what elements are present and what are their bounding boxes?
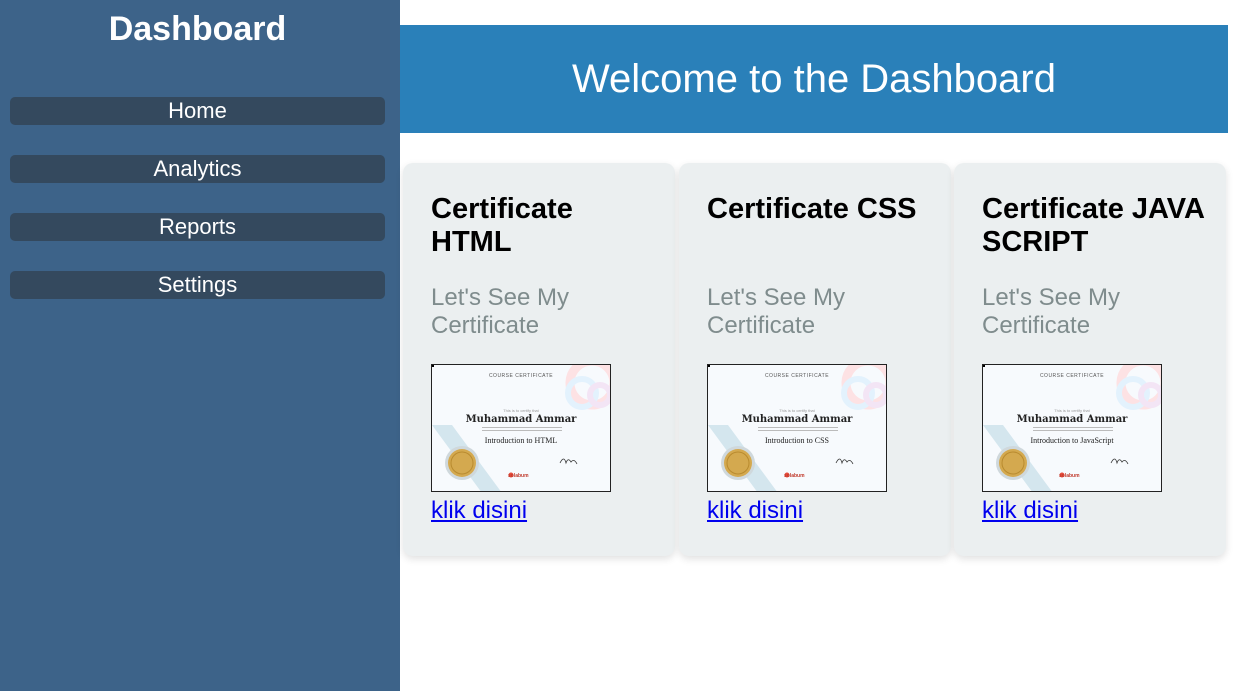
certificate-name: Muhammad Ammar — [465, 414, 577, 425]
certificate-brand: solabum — [784, 473, 805, 479]
card-subtitle: Let's See My Certificate — [982, 284, 1120, 339]
card-subtitle: Let's See My Certificate — [431, 284, 569, 339]
certificate-brand: solabum — [1059, 473, 1080, 479]
certificate-text-lines — [1033, 427, 1113, 435]
certificate-image: COURSE CERTIFICATE This is to certify th… — [431, 364, 611, 492]
certificate-brand: solabum — [508, 473, 529, 479]
card-title: Certificate HTML — [431, 193, 573, 258]
sidebar-title: Dashboard — [108, 10, 287, 48]
card-subtitle: Let's See My Certificate — [707, 284, 845, 339]
certificate-presented: This is to certify that — [1054, 408, 1090, 413]
certificate-text-lines — [758, 427, 838, 435]
page-header: Welcome to the Dashboard — [400, 25, 1228, 133]
certificate-link[interactable]: klik disini — [431, 497, 527, 525]
certificate-heading: COURSE CERTIFICATE — [488, 373, 554, 379]
sidebar-item-settings[interactable]: Settings — [10, 271, 385, 299]
sidebar-item-analytics[interactable]: Analytics — [10, 155, 385, 183]
certificate-link[interactable]: klik disini — [707, 497, 803, 525]
sidebar-item-home[interactable]: Home — [10, 97, 385, 125]
certificate-course: Introduction to JavaScript — [1030, 436, 1114, 445]
sidebar-item-reports[interactable]: Reports — [10, 213, 385, 241]
certificate-card-html: Certificate HTML Let's See My Certificat… — [403, 163, 675, 556]
certificate-link[interactable]: klik disini — [982, 497, 1078, 525]
certificate-presented: This is to certify that — [503, 408, 539, 413]
certificate-course: Introduction to HTML — [484, 436, 558, 445]
sidebar: Dashboard Home Analytics Reports Setting… — [0, 0, 400, 691]
card-title: Certificate JAVA SCRIPT — [982, 193, 1204, 258]
card-title: Certificate CSS — [707, 193, 917, 225]
page-title: Welcome to the Dashboard — [572, 57, 1056, 101]
certificate-card-css: Certificate CSS Let's See My Certificate… — [679, 163, 951, 556]
certificate-course: Introduction to CSS — [764, 436, 829, 445]
certificate-name: Muhammad Ammar — [741, 414, 853, 425]
certificate-heading: COURSE CERTIFICATE — [1039, 373, 1105, 379]
certificate-presented: This is to certify that — [779, 408, 815, 413]
certificate-text-lines — [482, 427, 562, 435]
certificate-image: COURSE CERTIFICATE This is to certify th… — [707, 364, 887, 492]
certificate-card-javascript: Certificate JAVA SCRIPT Let's See My Cer… — [954, 163, 1226, 556]
certificate-image: COURSE CERTIFICATE This is to certify th… — [982, 364, 1162, 492]
certificate-name: Muhammad Ammar — [1016, 414, 1128, 425]
certificate-heading: COURSE CERTIFICATE — [764, 373, 830, 379]
